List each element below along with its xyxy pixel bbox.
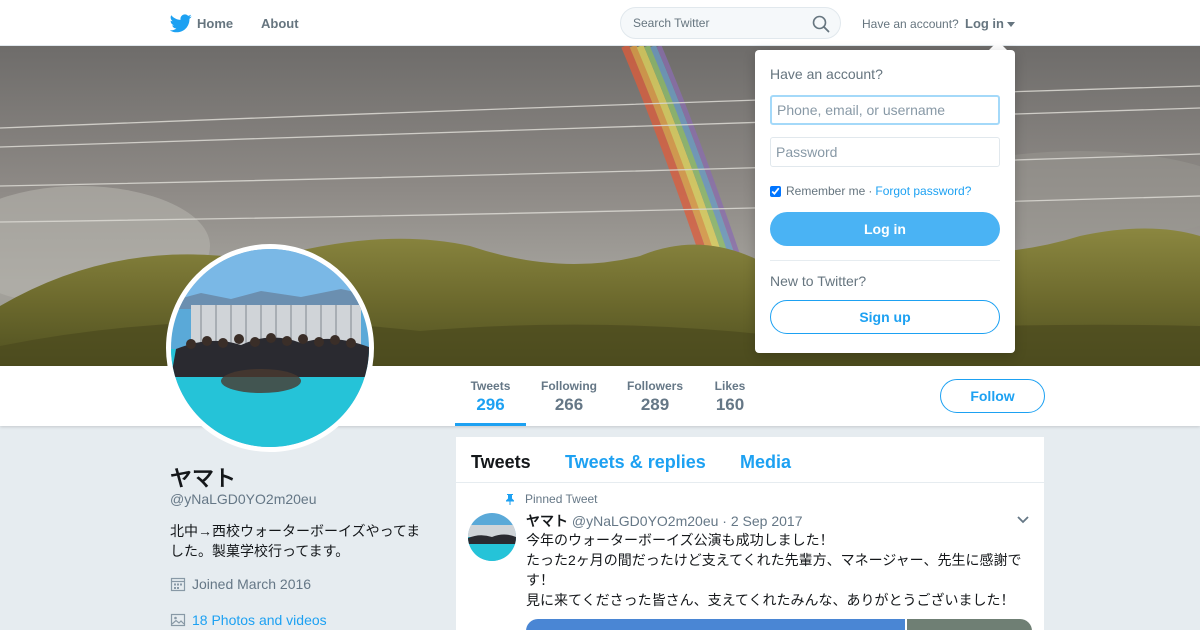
photos-and-videos-label: 18 Photos and videos: [192, 612, 327, 628]
dropdown-arrow: [989, 41, 1007, 50]
stat-following-label: Following: [541, 379, 597, 393]
caret-down-icon: [1007, 22, 1015, 28]
tweet-author-name[interactable]: ヤマト: [526, 513, 568, 529]
forgot-password-link[interactable]: Forgot password?: [875, 184, 971, 198]
tweet-media[interactable]: [526, 619, 1032, 630]
stat-tweets[interactable]: Tweets 296: [455, 366, 526, 426]
tweet-text-line: 今年のウォーターボーイズ公演も成功しました！: [526, 532, 834, 548]
image-icon: [170, 613, 186, 627]
tweet-text-line: たった2ヶ月の間だったけど支えてくれた先輩方、マネージャー、先生に感謝です！: [526, 552, 1022, 588]
profile-handle[interactable]: @yNaLGD0YO2m20eu: [170, 491, 317, 507]
signup-button[interactable]: Sign up: [770, 300, 1000, 334]
stat-followers-label: Followers: [626, 379, 683, 393]
follow-button[interactable]: Follow: [940, 379, 1045, 413]
tweet-media-image: [526, 619, 905, 630]
stat-tweets-label: Tweets: [470, 379, 511, 393]
remember-me-label[interactable]: Remember me: [786, 184, 865, 198]
pinned-tweet-label: Pinned Tweet: [525, 492, 598, 506]
tweet-header: ヤマト @yNaLGD0YO2m20eu · 2 Sep 2017: [526, 511, 802, 531]
profile-joined-row: Joined March 2016: [170, 576, 311, 592]
nav-home-link[interactable]: Home: [197, 16, 233, 31]
stat-followers[interactable]: Followers 289: [622, 366, 688, 426]
login-button[interactable]: Log in: [770, 212, 1000, 246]
tweet-author-handle[interactable]: @yNaLGD0YO2m20eu: [572, 513, 719, 529]
password-field[interactable]: [770, 137, 1000, 167]
nav-about-link[interactable]: About: [261, 16, 299, 31]
timeline-tabs: Tweets Tweets & replies Media: [456, 437, 1044, 483]
tweet-more-chevron-icon[interactable]: [1016, 515, 1030, 525]
pin-icon: [506, 494, 514, 505]
tweet-text: 今年のウォーターボーイズ公演も成功しました！ たった2ヶ月の間だったけど支えてく…: [526, 530, 1031, 610]
tab-tweets-and-replies[interactable]: Tweets & replies: [565, 452, 706, 473]
remember-separator: ·: [868, 184, 873, 198]
tab-tweets[interactable]: Tweets: [471, 452, 531, 473]
calendar-icon: [170, 577, 186, 592]
profile-joined-text: Joined March 2016: [192, 576, 312, 592]
tweet-avatar[interactable]: [468, 513, 516, 561]
stat-followers-value: 289: [640, 395, 670, 414]
timeline: Tweets Tweets & replies Media Pinned Twe…: [456, 437, 1044, 630]
tweet-separator: ·: [722, 513, 727, 529]
remember-me-checkbox[interactable]: [770, 185, 781, 197]
avatar-image: [171, 249, 369, 447]
search-input[interactable]: [621, 8, 796, 38]
have-account-text: Have an account?: [862, 17, 959, 31]
login-dropdown: Have an account? Remember me · Forgot pa…: [755, 50, 1015, 353]
twitter-bird-icon[interactable]: [170, 14, 192, 33]
nav-login-label: Log in: [965, 16, 1004, 31]
search-icon[interactable]: [812, 15, 830, 33]
stat-following[interactable]: Following 266: [536, 366, 602, 426]
photos-and-videos-link[interactable]: 18 Photos and videos: [170, 612, 327, 628]
tweet-media-image: [907, 619, 1032, 630]
stat-following-value: 266: [554, 395, 584, 414]
pinned-tweet-indicator: Pinned Tweet: [504, 492, 598, 506]
stat-likes-value: 160: [715, 395, 745, 414]
top-navigation: Home About Have an account? Log in: [0, 0, 1200, 46]
remember-me-row: Remember me · Forgot password?: [770, 184, 971, 198]
stat-tweets-value: 296: [476, 395, 505, 414]
nav-login-toggle[interactable]: Log in: [965, 16, 1015, 31]
tab-media[interactable]: Media: [740, 452, 791, 473]
stat-likes-label: Likes: [714, 379, 746, 393]
new-to-twitter-text: New to Twitter?: [770, 273, 867, 289]
dropdown-divider: [770, 260, 1000, 261]
tweet-avatar-image: [468, 513, 516, 561]
search-box: [620, 7, 841, 39]
profile-bio: 北中→西校ウォーターボーイズやってました。製菓学校行ってます。: [170, 523, 421, 559]
username-field[interactable]: [770, 95, 1000, 125]
tweet-date[interactable]: 2 Sep 2017: [731, 513, 803, 529]
profile-name[interactable]: ヤマト: [170, 461, 236, 493]
tweet-text-line: 見に来てくださった皆さん、支えてくれたみんな、ありがとうございました！: [526, 592, 1015, 608]
avatar[interactable]: [166, 244, 374, 452]
login-dropdown-title: Have an account?: [770, 66, 883, 82]
stat-likes[interactable]: Likes 160: [708, 366, 752, 426]
